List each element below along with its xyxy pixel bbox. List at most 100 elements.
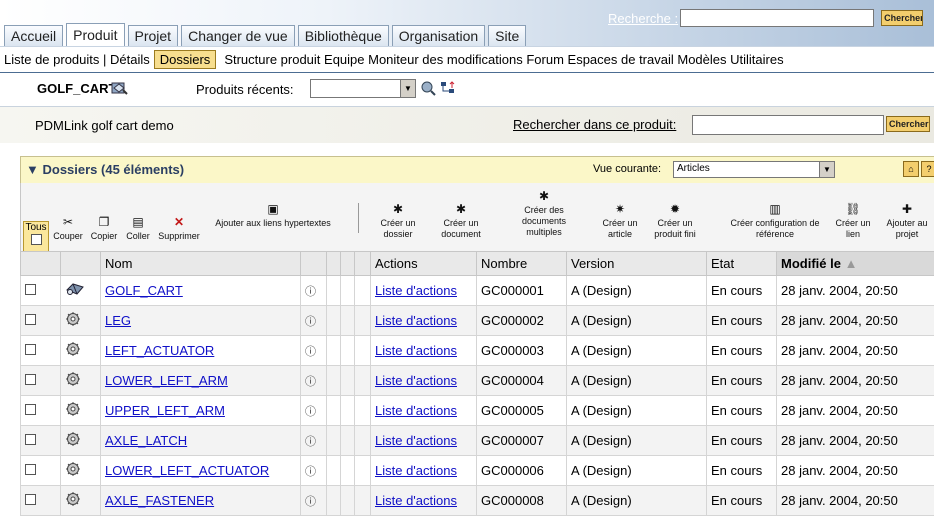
- row-actions-link[interactable]: Liste d'actions: [375, 373, 457, 388]
- table-row[interactable]: LOWER_LEFT_ACTUATORⓘListe d'actionsGC000…: [21, 456, 934, 486]
- row-name-link[interactable]: LOWER_LEFT_ARM: [105, 373, 228, 388]
- tab-changer-de-vue[interactable]: Changer de vue: [181, 25, 295, 46]
- help-icon[interactable]: ?: [921, 161, 934, 177]
- folder-up-icon[interactable]: ⌂: [903, 161, 919, 177]
- row-actions-link[interactable]: Liste d'actions: [375, 493, 457, 508]
- header-blank-1: [327, 252, 341, 276]
- table-row[interactable]: GOLF_CARTⓘListe d'actionsGC000001A (Desi…: [21, 276, 934, 306]
- row-actions-link[interactable]: Liste d'actions: [375, 313, 457, 328]
- header-state[interactable]: Etat: [707, 252, 777, 276]
- part-icon: [65, 375, 81, 390]
- paste-button[interactable]: ▤Coller: [121, 215, 155, 242]
- row-actions-link[interactable]: Liste d'actions: [375, 343, 457, 358]
- add-to-hyperlinks-button[interactable]: ▣Ajouter aux liens hypertextes: [207, 202, 339, 229]
- delete-button[interactable]: ✕Supprimer: [155, 215, 203, 242]
- product-search-label[interactable]: Rechercher dans ce produit:: [513, 117, 676, 132]
- header-actions[interactable]: Actions: [371, 252, 477, 276]
- row-blank-cell: [327, 456, 341, 486]
- info-icon[interactable]: ⓘ: [305, 346, 316, 358]
- subnav-item-dossiers[interactable]: Dossiers: [154, 50, 217, 69]
- table-row[interactable]: LEFT_ACTUATORⓘListe d'actionsGC000003A (…: [21, 336, 934, 366]
- row-actions-cell: Liste d'actions: [371, 396, 477, 426]
- select-all-checkbox[interactable]: [31, 234, 42, 245]
- recent-products-select[interactable]: ▼: [310, 79, 416, 98]
- row-number: GC000003: [477, 336, 567, 366]
- row-checkbox[interactable]: [25, 344, 36, 355]
- row-info-cell: ⓘ: [301, 426, 327, 456]
- row-modified: 28 janv. 2004, 20:50: [777, 486, 934, 516]
- create-document-button[interactable]: ✱Créer un document: [425, 202, 497, 240]
- subnav-items[interactable]: Structure produit Equipe Moniteur des mo…: [224, 52, 783, 67]
- create-link-button[interactable]: ⛓Créer un lien: [831, 202, 875, 240]
- row-state: En cours: [707, 306, 777, 336]
- tab-organisation[interactable]: Organisation: [392, 25, 485, 46]
- panel-title[interactable]: ▼ Dossiers (45 éléments): [26, 162, 184, 177]
- row-name-link[interactable]: AXLE_FASTENER: [105, 493, 214, 508]
- row-name-link[interactable]: LOWER_LEFT_ACTUATOR: [105, 463, 269, 478]
- row-name-link[interactable]: AXLE_LATCH: [105, 433, 187, 448]
- info-icon[interactable]: ⓘ: [305, 466, 316, 478]
- row-select-cell: [21, 486, 61, 516]
- row-name-link[interactable]: UPPER_LEFT_ARM: [105, 403, 225, 418]
- tab-bibliotheque[interactable]: Bibliothèque: [298, 25, 389, 46]
- row-name-link[interactable]: LEFT_ACTUATOR: [105, 343, 214, 358]
- collapse-triangle-icon[interactable]: ▼: [26, 162, 42, 177]
- subnav-prefix-links[interactable]: Liste de produits | Détails: [4, 52, 150, 67]
- row-name-link[interactable]: GOLF_CART: [105, 283, 183, 298]
- row-actions-link[interactable]: Liste d'actions: [375, 433, 457, 448]
- add-to-project-button[interactable]: ✚Ajouter au projet: [881, 202, 933, 240]
- delete-x-icon: ✕: [155, 215, 203, 229]
- create-end-item-button[interactable]: ✹Créer un produit fini: [649, 202, 701, 240]
- cut-button[interactable]: ✂Couper: [51, 215, 85, 242]
- product-search-button[interactable]: Chercher: [886, 116, 930, 132]
- select-all-toggle[interactable]: Tous: [23, 221, 49, 253]
- header-name[interactable]: Nom: [101, 252, 301, 276]
- table-row[interactable]: AXLE_FASTENERⓘListe d'actionsGC000008A (…: [21, 486, 934, 516]
- tab-accueil[interactable]: Accueil: [4, 25, 63, 46]
- tab-projet[interactable]: Projet: [128, 25, 179, 46]
- paste-icon: ▤: [121, 215, 155, 229]
- global-search-button[interactable]: Chercher: [881, 10, 923, 26]
- row-blank-cell: [355, 306, 371, 336]
- row-state: En cours: [707, 486, 777, 516]
- info-icon[interactable]: ⓘ: [305, 406, 316, 418]
- table-row[interactable]: LOWER_LEFT_ARMⓘListe d'actionsGC000004A …: [21, 366, 934, 396]
- tab-site[interactable]: Site: [488, 25, 526, 46]
- row-name-link[interactable]: LEG: [105, 313, 131, 328]
- row-checkbox[interactable]: [25, 374, 36, 385]
- row-blank-cell: [327, 396, 341, 426]
- row-actions-link[interactable]: Liste d'actions: [375, 463, 457, 478]
- copy-button[interactable]: ❐Copier: [87, 215, 121, 242]
- table-row[interactable]: AXLE_LATCHⓘListe d'actionsGC000007A (Des…: [21, 426, 934, 456]
- create-part-button[interactable]: ✷Créer un article: [597, 202, 643, 240]
- header-version[interactable]: Version: [567, 252, 707, 276]
- row-checkbox[interactable]: [25, 434, 36, 445]
- row-checkbox[interactable]: [25, 314, 36, 325]
- create-multiple-documents-button[interactable]: ✱Créer des documents multiples: [509, 189, 579, 238]
- row-actions-link[interactable]: Liste d'actions: [375, 403, 457, 418]
- table-row[interactable]: LEGⓘListe d'actionsGC000002A (Design)En …: [21, 306, 934, 336]
- tab-produit[interactable]: Produit: [66, 23, 124, 46]
- info-icon[interactable]: ⓘ: [305, 286, 316, 298]
- current-view-select[interactable]: Articles▼: [673, 161, 835, 178]
- info-icon[interactable]: ⓘ: [305, 496, 316, 508]
- header-number[interactable]: Nombre: [477, 252, 567, 276]
- part-icon: [65, 345, 81, 360]
- info-icon[interactable]: ⓘ: [305, 316, 316, 328]
- row-checkbox[interactable]: [25, 404, 36, 415]
- info-icon[interactable]: ⓘ: [305, 436, 316, 448]
- global-search-input[interactable]: [680, 9, 874, 27]
- product-info-icon[interactable]: [110, 80, 128, 99]
- create-baseline-button[interactable]: ▥Créer configuration de référence: [727, 202, 823, 240]
- product-search-input[interactable]: [692, 115, 884, 135]
- product-details-icon[interactable]: [420, 80, 436, 99]
- create-folder-button[interactable]: ✱Créer un dossier: [373, 202, 423, 240]
- product-structure-icon[interactable]: [440, 80, 456, 99]
- header-modified[interactable]: Modifié le ▲: [777, 252, 934, 276]
- row-actions-link[interactable]: Liste d'actions: [375, 283, 457, 298]
- global-search-label[interactable]: Recherche :: [608, 11, 678, 26]
- row-checkbox[interactable]: [25, 284, 36, 295]
- row-checkbox[interactable]: [25, 464, 36, 475]
- info-icon[interactable]: ⓘ: [305, 376, 316, 388]
- table-row[interactable]: UPPER_LEFT_ARMⓘListe d'actionsGC000005A …: [21, 396, 934, 426]
